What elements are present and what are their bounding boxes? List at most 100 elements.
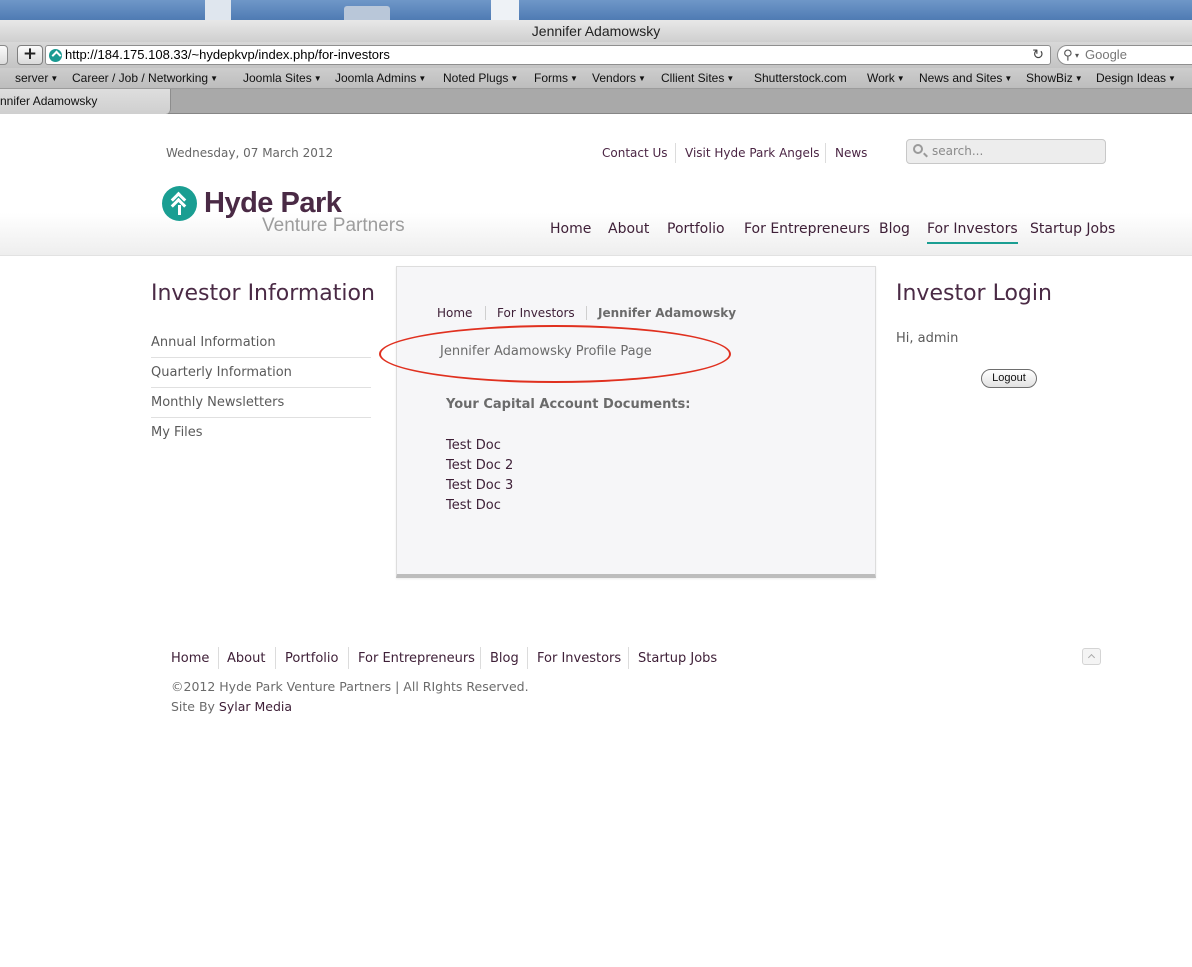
bookmark-folder[interactable]: Career / Job / Networking ▼ xyxy=(72,71,218,85)
left-sidebar-title: Investor Information xyxy=(151,281,375,306)
back-button[interactable] xyxy=(0,45,8,65)
bookmark-folder[interactable]: Design Ideas ▼ xyxy=(1096,71,1176,85)
footer-nav-blog[interactable]: Blog xyxy=(490,651,519,666)
footer-nav-home[interactable]: Home xyxy=(171,651,209,666)
back-to-top-icon[interactable] xyxy=(1082,648,1101,665)
browser-toolbar: + http://184.175.108.33/~hydepkvp/index.… xyxy=(0,42,1192,68)
header-date: Wednesday, 07 March 2012 xyxy=(166,146,334,160)
document-link[interactable]: Test Doc 2 xyxy=(446,458,513,473)
site-by-link[interactable]: Sylar Media xyxy=(219,699,292,714)
folder-icon xyxy=(344,6,390,20)
bookmark-folder[interactable]: News and Sites ▼ xyxy=(919,71,1012,85)
divider xyxy=(628,647,629,669)
nav-about[interactable]: About xyxy=(608,221,649,237)
nav-startup-jobs[interactable]: Startup Jobs xyxy=(1030,221,1115,237)
address-bar[interactable]: http://184.175.108.33/~hydepkvp/index.ph… xyxy=(45,45,1051,65)
breadcrumb-for-investors[interactable]: For Investors xyxy=(497,306,575,320)
nav-blog[interactable]: Blog xyxy=(879,221,910,237)
window-title: Jennifer Adamowsky xyxy=(0,20,1192,42)
content-panel: Home For Investors Jennifer Adamowsky Je… xyxy=(379,266,876,578)
sidebar-item-my-files[interactable]: My Files xyxy=(151,418,371,448)
document-link[interactable]: Test Doc xyxy=(446,438,501,453)
chevron-down-icon: ▼ xyxy=(570,74,578,83)
desktop-thumbnail xyxy=(491,0,519,20)
bookmarks-bar: server ▼ Career / Job / Networking ▼ Jooml… xyxy=(0,68,1192,89)
bookmark-folder[interactable]: Noted Plugs ▼ xyxy=(443,71,518,85)
divider xyxy=(480,647,481,669)
top-link-contact[interactable]: Contact Us xyxy=(602,146,668,160)
chevron-down-icon: ▼ xyxy=(50,74,59,83)
tab-active[interactable]: nnifer Adamowsky xyxy=(0,89,171,114)
browser-search-placeholder: Google xyxy=(1085,47,1127,62)
footer-nav-portfolio[interactable]: Portfolio xyxy=(285,651,338,666)
nav-investors[interactable]: For Investors xyxy=(927,221,1018,244)
divider xyxy=(675,143,676,163)
page-title: Jennifer Adamowsky Profile Page xyxy=(440,344,652,359)
divider xyxy=(485,306,486,320)
divider xyxy=(527,647,528,669)
logo-subtitle: Venture Partners xyxy=(262,215,405,236)
desktop-background-strip xyxy=(0,0,1192,20)
reload-icon[interactable]: ↻ xyxy=(1032,47,1044,63)
chevron-down-icon: ▼ xyxy=(896,74,905,83)
bookmark-folder[interactable]: Joomla Sites ▼ xyxy=(243,71,322,85)
nav-entrepreneurs[interactable]: For Entrepreneurs xyxy=(744,221,870,237)
chevron-down-icon: ▼ xyxy=(418,74,427,83)
sidebar-item-quarterly[interactable]: Quarterly Information xyxy=(151,358,371,388)
right-sidebar-title: Investor Login xyxy=(896,281,1052,306)
documents-heading: Your Capital Account Documents: xyxy=(446,397,691,412)
nav-portfolio[interactable]: Portfolio xyxy=(667,221,725,237)
divider xyxy=(218,647,219,669)
bookmark-folder[interactable]: Vendors ▼ xyxy=(592,71,646,85)
bookmark-folder[interactable]: server ▼ xyxy=(15,71,58,85)
browser-search-input[interactable]: ⚲ ▾ Google xyxy=(1057,45,1192,65)
site-search-placeholder: search... xyxy=(932,144,984,158)
search-icon xyxy=(913,144,923,154)
divider xyxy=(825,143,826,163)
bookmark-folder[interactable]: Forms ▼ xyxy=(534,71,578,85)
footer-nav-investors[interactable]: For Investors xyxy=(537,651,621,666)
footer-nav-entrepreneurs[interactable]: For Entrepreneurs xyxy=(358,651,475,666)
logout-button[interactable]: Logout xyxy=(981,369,1037,388)
footer-nav-about[interactable]: About xyxy=(227,651,265,666)
url-text: http://184.175.108.33/~hydepkvp/index.ph… xyxy=(65,47,390,62)
bookmark-folder[interactable]: Cllient Sites ▼ xyxy=(661,71,734,85)
chevron-down-icon: ▼ xyxy=(1168,74,1176,83)
site-by-credit: Site By Sylar Media xyxy=(171,699,292,714)
document-link[interactable]: Test Doc 3 xyxy=(446,478,513,493)
chevron-down-icon: ▼ xyxy=(1074,74,1083,83)
breadcrumb-home[interactable]: Home xyxy=(437,306,472,320)
footer-nav-startup-jobs[interactable]: Startup Jobs xyxy=(638,651,717,666)
divider xyxy=(348,647,349,669)
site-header: Wednesday, 07 March 2012 Contact Us Visi… xyxy=(0,115,1192,256)
document-link[interactable]: Test Doc xyxy=(446,498,501,513)
bookmark-link[interactable]: Shutterstock.com xyxy=(754,71,847,85)
tab-bar: nnifer Adamowsky xyxy=(0,89,1192,114)
chevron-down-icon: ▼ xyxy=(510,74,519,83)
bookmark-folder[interactable]: Work ▼ xyxy=(867,71,905,85)
top-link-angels[interactable]: Visit Hyde Park Angels xyxy=(685,146,819,160)
chevron-down-icon: ▼ xyxy=(313,74,322,83)
sidebar-item-newsletters[interactable]: Monthly Newsletters xyxy=(151,388,371,418)
copyright-text: ©2012 Hyde Park Venture Partners | All R… xyxy=(171,679,529,694)
chevron-down-icon: ▾ xyxy=(1075,51,1080,60)
bookmark-folder[interactable]: Joomla Admins ▼ xyxy=(335,71,426,85)
logo-mark-icon[interactable] xyxy=(162,186,197,221)
site-favicon-icon xyxy=(49,49,62,62)
sidebar-item-annual[interactable]: Annual Information xyxy=(151,328,371,358)
divider xyxy=(586,306,587,320)
nav-home[interactable]: Home xyxy=(550,221,591,237)
bookmark-folder[interactable]: ShowBiz ▼ xyxy=(1026,71,1083,85)
divider xyxy=(275,647,276,669)
site-by-label: Site By xyxy=(171,699,219,714)
site-search-input[interactable]: search... xyxy=(906,139,1106,164)
top-link-news[interactable]: News xyxy=(835,146,867,160)
desktop-thumbnail xyxy=(205,0,231,20)
login-greeting: Hi, admin xyxy=(896,331,959,346)
add-bookmark-button[interactable]: + xyxy=(17,45,43,65)
breadcrumb-current: Jennifer Adamowsky xyxy=(598,306,737,320)
chevron-down-icon: ▼ xyxy=(210,74,218,83)
chevron-down-icon: ▼ xyxy=(1004,74,1013,83)
search-icon: ⚲ xyxy=(1063,48,1073,63)
chevron-down-icon: ▼ xyxy=(638,74,646,83)
